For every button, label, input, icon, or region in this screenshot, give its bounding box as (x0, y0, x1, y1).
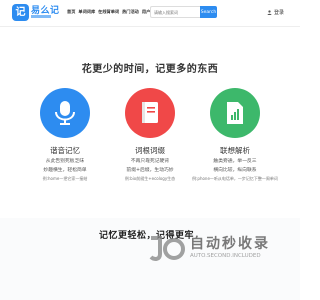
feature-icon-circle (210, 88, 260, 138)
watermark-title: 自动秒收录 (190, 236, 270, 252)
watermark: 自动秒收录 AUTO.SECOND.INCLUDED (148, 233, 288, 275)
feature-association: 联想解析 触类旁通，举一反三 横向比较，纵向联系 例:phone—听从电话单，一… (190, 88, 280, 182)
feature-desc-line: 从此告别死板乏味 (45, 159, 85, 164)
login-label: 登录 (274, 10, 285, 16)
nav-item-home[interactable]: 首页 (67, 9, 75, 15)
hero-slogan: 花更少的时间，记更多的东西 (81, 64, 219, 75)
feature-desc-line: 前缀+后缀，生动巧妙 (126, 167, 174, 173)
feature-desc-line: 横向比较，纵向联系 (213, 167, 257, 173)
search-button[interactable]: Search (200, 6, 217, 18)
feature-icon-circle (125, 88, 175, 138)
logo-mark: 记 (12, 4, 29, 21)
search-input[interactable] (150, 6, 200, 18)
document-chart-icon (227, 102, 243, 124)
user-icon (267, 10, 272, 15)
login-link[interactable]: 登录 (267, 9, 284, 16)
logo-underline (31, 15, 51, 18)
book-icon (142, 102, 158, 123)
feature-example: 例:home—把它家—接结 (42, 176, 88, 181)
feature-homophone: 谐音记忆 从此告别死板乏味 妙趣横生，轻松简单 例:home—把它家—接结 (20, 88, 110, 182)
feature-example: 例:phone—听从电话单，一步记忆下整一周单词 (192, 176, 278, 181)
feature-desc-line: 妙趣横生，轻松简单 (43, 167, 87, 173)
site-header: 记 易么记 首页 单词词库 在线背单词 热门活动 用户报告 Search 登录 (0, 0, 300, 27)
feature-title: 联想解析 (220, 146, 250, 155)
nav-item-events[interactable]: 热门活动 (122, 9, 139, 15)
microphone-icon (55, 101, 75, 125)
feature-word-roots: 词根词缀 不再只靠死记硬背 前缀+后缀，生动巧妙 例:bio前缀生+ecolog… (105, 88, 195, 182)
feature-title: 谐音记忆 (50, 146, 80, 155)
feature-icon-circle (40, 88, 90, 138)
nav-item-word-bank[interactable]: 单词词库 (78, 9, 95, 15)
site-logo[interactable]: 记 易么记 (12, 3, 59, 23)
feature-desc-line: 不再只靠死记硬背 (130, 159, 170, 164)
feature-desc-line: 触类旁通，举一反三 (213, 159, 257, 164)
main-nav: 首页 单词词库 在线背单词 热门活动 用户报告 (67, 9, 159, 15)
feature-title: 词根词缀 (135, 146, 165, 155)
watermark-logo-icon (149, 236, 185, 261)
nav-item-online-study[interactable]: 在线背单词 (98, 9, 119, 15)
feature-example: 例:bio前缀生+ecology生态 (124, 176, 176, 181)
watermark-subtitle: AUTO.SECOND.INCLUDED (190, 253, 261, 259)
